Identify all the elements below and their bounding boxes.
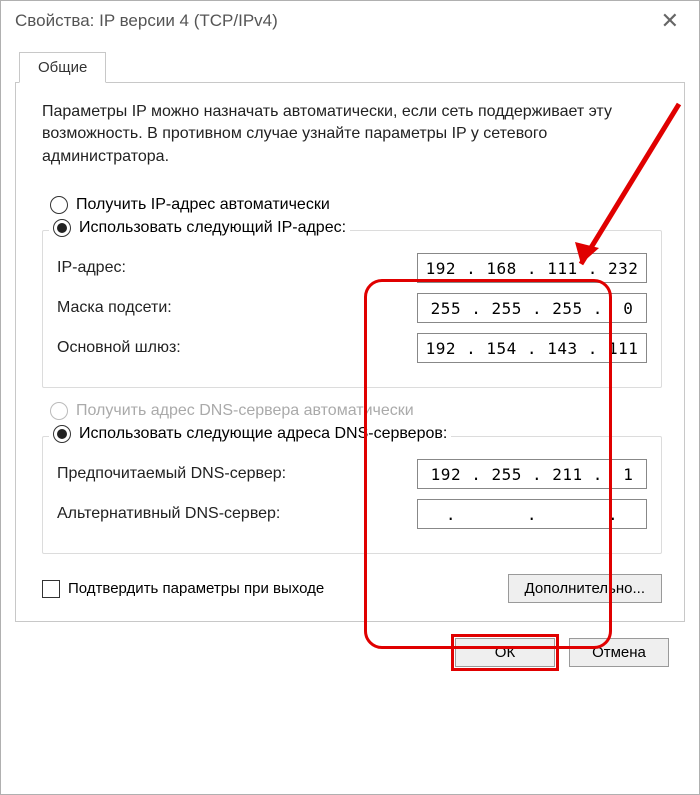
group-dns-manual: Использовать следующие адреса DNS-сервер… xyxy=(42,436,662,554)
radio-icon xyxy=(53,425,71,443)
field-label: Основной шлюз: xyxy=(57,339,181,357)
field-label: Альтернативный DNS-сервер: xyxy=(57,505,280,523)
radio-icon xyxy=(53,219,71,237)
checkbox-label: Подтвердить параметры при выходе xyxy=(68,580,324,597)
client-area: Общие Параметры IP можно назначать автом… xyxy=(1,41,699,681)
tab-panel: Параметры IP можно назначать автоматичес… xyxy=(15,83,685,622)
radio-label: Получить адрес DNS-сервера автоматически xyxy=(76,402,414,420)
alternate-dns-input[interactable]: . . . xyxy=(417,499,647,529)
subnet-mask-input[interactable]: 255 . 255 . 255 . 0 xyxy=(417,293,647,323)
radio-dns-auto: Получить адрес DNS-сервера автоматически xyxy=(50,402,662,420)
radio-ip-manual[interactable]: Использовать следующий IP-адрес: xyxy=(49,219,350,237)
radio-label: Использовать следующий IP-адрес: xyxy=(79,219,346,237)
cancel-button[interactable]: Отмена xyxy=(569,638,669,667)
close-icon[interactable]: ✕ xyxy=(653,8,687,34)
checkbox-confirm-exit[interactable]: Подтвердить параметры при выходе xyxy=(42,580,324,598)
radio-icon xyxy=(50,402,68,420)
advanced-button[interactable]: Дополнительно... xyxy=(508,574,662,603)
group-ip-manual: Использовать следующий IP-адрес: IP-адре… xyxy=(42,230,662,388)
bottom-row: Подтвердить параметры при выходе Дополни… xyxy=(42,574,662,603)
dialog-window: Свойства: IP версии 4 (TCP/IPv4) ✕ Общие… xyxy=(0,0,700,795)
field-label: Предпочитаемый DNS-сервер: xyxy=(57,465,286,483)
tab-label: Общие xyxy=(38,59,87,76)
field-label: Маска подсети: xyxy=(57,299,172,317)
radio-dns-manual[interactable]: Использовать следующие адреса DNS-сервер… xyxy=(49,425,451,443)
field-label: IP-адрес: xyxy=(57,259,126,277)
radio-label: Использовать следующие адреса DNS-сервер… xyxy=(79,425,447,443)
field-default-gateway: Основной шлюз: 192 . 154 . 143 . 111 xyxy=(57,333,647,363)
radio-ip-auto[interactable]: Получить IP-адрес автоматически xyxy=(50,196,662,214)
field-ip-address: IP-адрес: 192 . 168 . 111 . 232 xyxy=(57,253,647,283)
radio-icon xyxy=(50,196,68,214)
ok-button[interactable]: ОК xyxy=(455,638,555,667)
tab-general[interactable]: Общие xyxy=(19,52,106,83)
title-bar: Свойства: IP версии 4 (TCP/IPv4) ✕ xyxy=(1,1,699,41)
dialog-buttons: ОК Отмена xyxy=(15,622,685,667)
ip-address-input[interactable]: 192 . 168 . 111 . 232 xyxy=(417,253,647,283)
radio-label: Получить IP-адрес автоматически xyxy=(76,196,330,214)
intro-text: Параметры IP можно назначать автоматичес… xyxy=(42,101,662,168)
field-alternate-dns: Альтернативный DNS-сервер: . . . xyxy=(57,499,647,529)
window-title: Свойства: IP версии 4 (TCP/IPv4) xyxy=(15,11,278,31)
gateway-input[interactable]: 192 . 154 . 143 . 111 xyxy=(417,333,647,363)
tab-strip: Общие xyxy=(15,49,685,83)
field-preferred-dns: Предпочитаемый DNS-сервер: 192 . 255 . 2… xyxy=(57,459,647,489)
checkbox-icon xyxy=(42,580,60,598)
field-subnet-mask: Маска подсети: 255 . 255 . 255 . 0 xyxy=(57,293,647,323)
preferred-dns-input[interactable]: 192 . 255 . 211 . 1 xyxy=(417,459,647,489)
